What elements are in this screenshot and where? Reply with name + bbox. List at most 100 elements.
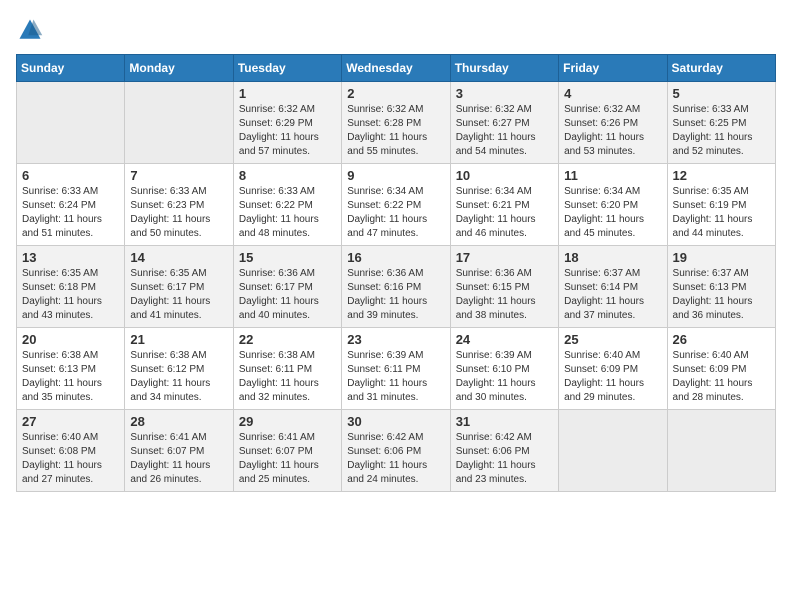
cell-details: Sunrise: 6:40 AMSunset: 6:09 PMDaylight:… xyxy=(673,349,770,405)
cell-details: Sunrise: 6:42 AMSunset: 6:06 PMDaylight:… xyxy=(456,431,553,487)
table-row xyxy=(667,410,775,492)
day-number: 14 xyxy=(130,250,227,265)
day-number: 27 xyxy=(22,414,119,429)
day-number: 2 xyxy=(347,86,444,101)
table-row: 31 Sunrise: 6:42 AMSunset: 6:06 PMDayligh… xyxy=(450,410,558,492)
day-number: 1 xyxy=(239,86,336,101)
table-row: 29Sunrise: 6:41 AMSunset: 6:07 PMDayligh… xyxy=(233,410,341,492)
table-row: 6 Sunrise: 6:33 AMSunset: 6:24 PMDaylight… xyxy=(17,164,125,246)
table-row: 18 Sunrise: 6:37 AMSunset: 6:14 PMDayligh… xyxy=(559,246,667,328)
cell-details: Sunrise: 6:33 AMSunset: 6:25 PMDaylight:… xyxy=(673,103,770,159)
day-of-week-header: Friday xyxy=(559,55,667,82)
cell-details: Sunrise: 6:35 AMSunset: 6:19 PMDaylight:… xyxy=(673,185,770,241)
day-number: 3 xyxy=(456,86,553,101)
calendar-table: SundayMondayTuesdayWednesdayThursdayFrid… xyxy=(16,54,776,492)
cell-details: Sunrise: 6:32 AMSunset: 6:27 PMDaylight:… xyxy=(456,103,553,159)
cell-details: Sunrise: 6:34 AMSunset: 6:22 PMDaylight:… xyxy=(347,185,444,241)
cell-details: Sunrise: 6:32 AMSunset: 6:26 PMDaylight:… xyxy=(564,103,661,159)
day-number: 19 xyxy=(673,250,770,265)
day-number: 15 xyxy=(239,250,336,265)
day-number: 26 xyxy=(673,332,770,347)
cell-details: Sunrise: 6:35 AMSunset: 6:18 PMDaylight:… xyxy=(22,267,119,323)
day-number: 28 xyxy=(130,414,227,429)
table-row: 10Sunrise: 6:34 AMSunset: 6:21 PMDayligh… xyxy=(450,164,558,246)
day-number: 21 xyxy=(130,332,227,347)
cell-details: Sunrise: 6:38 AMSunset: 6:13 PMDaylight:… xyxy=(22,349,119,405)
day-of-week-header: Wednesday xyxy=(342,55,450,82)
day-of-week-header: Saturday xyxy=(667,55,775,82)
day-number: 25 xyxy=(564,332,661,347)
cell-details: Sunrise: 6:36 AMSunset: 6:15 PMDaylight:… xyxy=(456,267,553,323)
table-row: 21 Sunrise: 6:38 AMSunset: 6:12 PMDayligh… xyxy=(125,328,233,410)
calendar-week-row: 6 Sunrise: 6:33 AMSunset: 6:24 PMDaylight… xyxy=(17,164,776,246)
table-row xyxy=(17,82,125,164)
table-row: 25Sunrise: 6:40 AMSunset: 6:09 PMDayligh… xyxy=(559,328,667,410)
day-number: 12 xyxy=(673,168,770,183)
cell-details: Sunrise: 6:42 AMSunset: 6:06 PMDaylight:… xyxy=(347,431,444,487)
cell-details: Sunrise: 6:37 AMSunset: 6:13 PMDaylight:… xyxy=(673,267,770,323)
day-number: 24 xyxy=(456,332,553,347)
table-row: 9 Sunrise: 6:34 AMSunset: 6:22 PMDaylight… xyxy=(342,164,450,246)
cell-details: Sunrise: 6:41 AMSunset: 6:07 PMDaylight:… xyxy=(130,431,227,487)
cell-details: Sunrise: 6:32 AMSunset: 6:29 PMDaylight:… xyxy=(239,103,336,159)
table-row: 11Sunrise: 6:34 AMSunset: 6:20 PMDayligh… xyxy=(559,164,667,246)
cell-details: Sunrise: 6:38 AMSunset: 6:12 PMDaylight:… xyxy=(130,349,227,405)
table-row: 28 Sunrise: 6:41 AMSunset: 6:07 PMDayligh… xyxy=(125,410,233,492)
day-of-week-header: Monday xyxy=(125,55,233,82)
day-of-week-header: Tuesday xyxy=(233,55,341,82)
table-row: 13 Sunrise: 6:35 AMSunset: 6:18 PMDayligh… xyxy=(17,246,125,328)
table-row: 27Sunrise: 6:40 AMSunset: 6:08 PMDayligh… xyxy=(17,410,125,492)
day-number: 7 xyxy=(130,168,227,183)
day-number: 18 xyxy=(564,250,661,265)
table-row: 14 Sunrise: 6:35 AMSunset: 6:17 PMDayligh… xyxy=(125,246,233,328)
calendar-week-row: 13 Sunrise: 6:35 AMSunset: 6:18 PMDayligh… xyxy=(17,246,776,328)
table-row: 17 Sunrise: 6:36 AMSunset: 6:15 PMDayligh… xyxy=(450,246,558,328)
cell-details: Sunrise: 6:33 AMSunset: 6:24 PMDaylight:… xyxy=(22,185,119,241)
table-row: 16Sunrise: 6:36 AMSunset: 6:16 PMDayligh… xyxy=(342,246,450,328)
day-number: 17 xyxy=(456,250,553,265)
cell-details: Sunrise: 6:33 AMSunset: 6:23 PMDaylight:… xyxy=(130,185,227,241)
calendar-week-row: 20 Sunrise: 6:38 AMSunset: 6:13 PMDayligh… xyxy=(17,328,776,410)
table-row: 4 Sunrise: 6:32 AMSunset: 6:26 PMDaylight… xyxy=(559,82,667,164)
table-row: 7 Sunrise: 6:33 AMSunset: 6:23 PMDaylight… xyxy=(125,164,233,246)
cell-details: Sunrise: 6:35 AMSunset: 6:17 PMDaylight:… xyxy=(130,267,227,323)
table-row xyxy=(125,82,233,164)
table-row: 23 Sunrise: 6:39 AMSunset: 6:11 PMDayligh… xyxy=(342,328,450,410)
table-row: 20 Sunrise: 6:38 AMSunset: 6:13 PMDayligh… xyxy=(17,328,125,410)
day-number: 16 xyxy=(347,250,444,265)
table-row: 12 Sunrise: 6:35 AMSunset: 6:19 PMDayligh… xyxy=(667,164,775,246)
table-row: 8Sunrise: 6:33 AMSunset: 6:22 PMDaylight… xyxy=(233,164,341,246)
day-of-week-header: Sunday xyxy=(17,55,125,82)
day-number: 10 xyxy=(456,168,553,183)
table-row xyxy=(559,410,667,492)
table-row: 2 Sunrise: 6:32 AMSunset: 6:28 PMDaylight… xyxy=(342,82,450,164)
cell-details: Sunrise: 6:39 AMSunset: 6:11 PMDaylight:… xyxy=(347,349,444,405)
table-row: 15 Sunrise: 6:36 AMSunset: 6:17 PMDayligh… xyxy=(233,246,341,328)
day-number: 9 xyxy=(347,168,444,183)
day-number: 4 xyxy=(564,86,661,101)
day-number: 30 xyxy=(347,414,444,429)
cell-details: Sunrise: 6:34 AMSunset: 6:20 PMDaylight:… xyxy=(564,185,661,241)
table-row: 1 Sunrise: 6:32 AMSunset: 6:29 PMDaylight… xyxy=(233,82,341,164)
day-number: 31 xyxy=(456,414,553,429)
day-number: 6 xyxy=(22,168,119,183)
day-number: 8 xyxy=(239,168,336,183)
day-number: 13 xyxy=(22,250,119,265)
cell-details: Sunrise: 6:39 AMSunset: 6:10 PMDaylight:… xyxy=(456,349,553,405)
day-of-week-header: Thursday xyxy=(450,55,558,82)
cell-details: Sunrise: 6:38 AMSunset: 6:11 PMDaylight:… xyxy=(239,349,336,405)
cell-details: Sunrise: 6:37 AMSunset: 6:14 PMDaylight:… xyxy=(564,267,661,323)
day-number: 23 xyxy=(347,332,444,347)
cell-details: Sunrise: 6:36 AMSunset: 6:17 PMDaylight:… xyxy=(239,267,336,323)
day-number: 22 xyxy=(239,332,336,347)
table-row: 26 Sunrise: 6:40 AMSunset: 6:09 PMDayligh… xyxy=(667,328,775,410)
table-row: 3 Sunrise: 6:32 AMSunset: 6:27 PMDaylight… xyxy=(450,82,558,164)
table-row: 19 Sunrise: 6:37 AMSunset: 6:13 PMDayligh… xyxy=(667,246,775,328)
table-row: 30 Sunrise: 6:42 AMSunset: 6:06 PMDayligh… xyxy=(342,410,450,492)
table-row: 5Sunrise: 6:33 AMSunset: 6:25 PMDaylight… xyxy=(667,82,775,164)
page-header xyxy=(16,16,776,44)
calendar-header-row: SundayMondayTuesdayWednesdayThursdayFrid… xyxy=(17,55,776,82)
day-number: 20 xyxy=(22,332,119,347)
calendar-week-row: 27Sunrise: 6:40 AMSunset: 6:08 PMDayligh… xyxy=(17,410,776,492)
cell-details: Sunrise: 6:32 AMSunset: 6:28 PMDaylight:… xyxy=(347,103,444,159)
